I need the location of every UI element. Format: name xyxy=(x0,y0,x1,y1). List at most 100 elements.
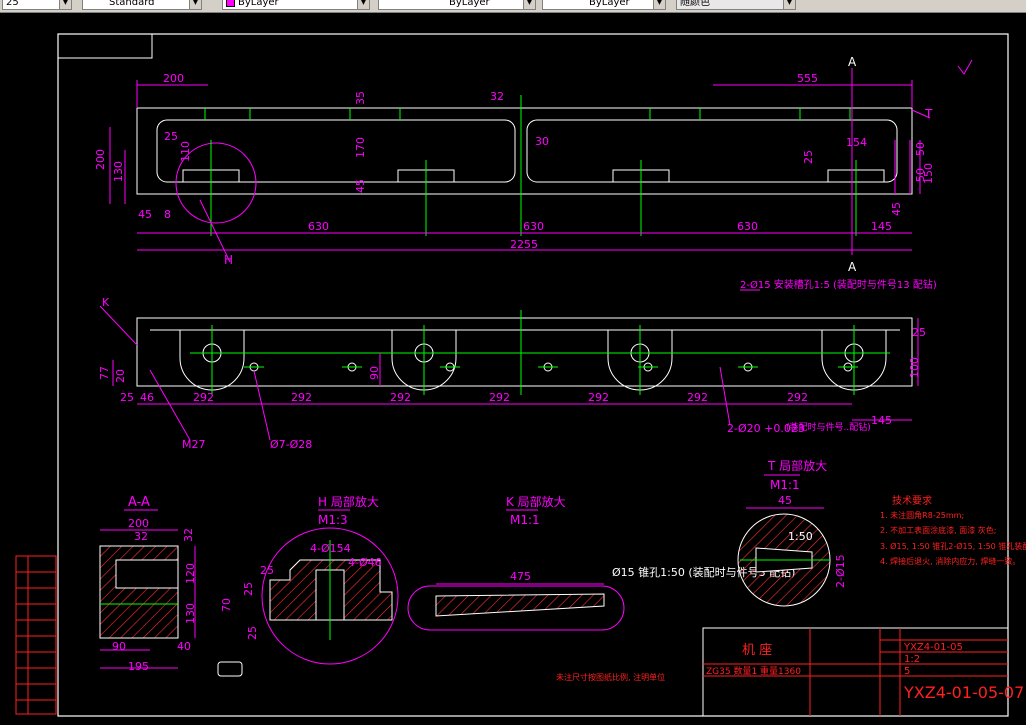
front-centerlines xyxy=(190,310,890,395)
dim-text: 25 xyxy=(120,391,134,404)
front-dim-lines xyxy=(99,305,919,441)
detail-h-label: H xyxy=(224,253,233,267)
left-strip-rows xyxy=(16,556,56,714)
tech-req-title: 技术要求 xyxy=(892,494,932,507)
dim-text: 100 xyxy=(908,357,921,378)
detail-t-label: T xyxy=(924,107,933,121)
dim-text: 46 xyxy=(140,391,154,404)
detail-k-label: K xyxy=(102,296,110,309)
tech-req-line: 4. 焊接后退火, 消除内应力, 焊缝一致。 xyxy=(880,556,1020,566)
dim-text: 4-Ø154 xyxy=(310,542,351,555)
dim-text: 20 xyxy=(114,369,127,383)
plot-style-combo[interactable]: 随颜色 ▼ xyxy=(676,0,796,10)
tech-req-line: 3. Ø15, 1:50 锥孔2-Ø15, 1:50 锥孔装配时配钻3. xyxy=(880,541,1026,551)
dim-text: 292 xyxy=(489,391,510,404)
dim-text: 50 xyxy=(914,142,927,156)
scale-combo[interactable]: 25 ▼ xyxy=(2,0,72,10)
dim-text: 2255 xyxy=(510,238,538,251)
drawing-code: YXZ4-01-05-07 xyxy=(903,683,1024,702)
dim-text: 32 xyxy=(490,90,504,103)
dim-text: 200 xyxy=(163,72,184,85)
dim-text: 292 xyxy=(193,391,214,404)
dim-text: 200 xyxy=(128,517,149,530)
dim-text: 45 xyxy=(354,179,367,193)
slot-note: 2-Ø15 安装槽孔1:5 (装配时与件号13 配钻) xyxy=(740,278,937,291)
linetype-combo[interactable]: ByLayer ▼ xyxy=(378,0,536,10)
dim-text: 25 xyxy=(802,150,815,164)
dim-text: 25 xyxy=(246,626,259,640)
chevron-down-icon[interactable]: ▼ xyxy=(783,0,795,9)
material-line: ZG35 数量1 重量1360 xyxy=(706,665,801,677)
dim-text: 45 xyxy=(890,202,903,216)
top-view-outline xyxy=(136,107,913,195)
front-dim-text: 292 292 292 292 292 292 292 145 77 20 25… xyxy=(98,326,926,427)
dim-text: 292 xyxy=(291,391,312,404)
dim-text: 70 xyxy=(220,598,233,612)
top-centerlines xyxy=(204,95,857,236)
dim-text: 292 xyxy=(390,391,411,404)
dim-text: 170 xyxy=(354,137,367,158)
dim-text: 145 xyxy=(871,220,892,233)
top-labels: A A T H 2-Ø15 安装槽孔1:5 (装配时与件号13 配钻) xyxy=(224,55,937,291)
section-a-label: A xyxy=(848,260,857,274)
dim-text: 1:50 xyxy=(788,530,813,543)
taper-pin-note: (装配时与件号..配钻) xyxy=(786,421,871,433)
dim-text: 195 xyxy=(128,660,149,673)
linetype-value: ByLayer xyxy=(449,0,490,8)
chevron-down-icon[interactable]: ▼ xyxy=(357,0,369,9)
drawing-number: YXZ4-01-05 xyxy=(903,642,963,653)
text-style-combo[interactable]: Standard ▼ xyxy=(82,0,202,10)
chevron-down-icon[interactable]: ▼ xyxy=(523,0,535,9)
dim-text: 8 xyxy=(164,208,171,221)
detail-h-title: H 局部放大 xyxy=(318,494,379,509)
lineweight-combo[interactable]: ByLayer ▼ xyxy=(542,0,666,10)
dim-text: 555 xyxy=(797,72,818,85)
front-view: 292 292 292 292 292 292 292 145 77 20 25… xyxy=(98,296,926,451)
chevron-down-icon[interactable]: ▼ xyxy=(653,0,665,9)
dim-text: 32 xyxy=(134,530,148,543)
dim-text: 30 xyxy=(535,135,549,148)
detail-t: T 局部放大 M1:1 45 1:50 2-Ø15 xyxy=(737,458,847,607)
dim-text: 292 xyxy=(588,391,609,404)
detail-k-scale: M1:1 xyxy=(510,513,540,527)
dim-text: 475 xyxy=(510,570,531,583)
dim-text: 110 xyxy=(179,141,192,162)
dim-text: 200 xyxy=(94,149,107,170)
section-aa-title: A-A xyxy=(128,495,150,510)
tech-requirements: 技术要求 1. 未注圆角R8-25mm; 2. 不加工表面涂底漆, 面漆 灰色;… xyxy=(880,494,1026,566)
tech-req-line: 1. 未注圆角R8-25mm; xyxy=(880,510,964,520)
dim-text: 25 xyxy=(242,582,255,596)
scale-value: 1:2 xyxy=(904,654,920,665)
dim-text: 130 xyxy=(112,161,125,182)
dim-text: 40 xyxy=(177,640,191,653)
dim-text: 2-Ø15 xyxy=(834,554,847,588)
part-name: 机 座 xyxy=(742,643,772,658)
color-value: ByLayer xyxy=(238,0,279,8)
dim-text: 150 xyxy=(922,163,935,184)
dim-text: 25 xyxy=(260,564,274,577)
drawing-canvas[interactable]: 200 555 35 170 45 30 154 25 200 130 45 8… xyxy=(0,12,1026,721)
general-note: 未注尺寸按图纸比例, 注明单位 xyxy=(556,672,665,682)
dim-text: 90 xyxy=(368,366,381,380)
plot-style-value: 随颜色 xyxy=(680,0,710,8)
detail-k-title: K 局部放大 xyxy=(506,494,566,509)
cad-drawing: 200 555 35 170 45 30 154 25 200 130 45 8… xyxy=(15,33,1026,717)
dim-text: 32 xyxy=(182,528,195,542)
dim-text: 292 xyxy=(687,391,708,404)
scale-value: 25 xyxy=(6,0,19,8)
dim-text: 90 xyxy=(112,640,126,653)
color-combo[interactable]: ByLayer ▼ xyxy=(222,0,370,10)
thread-label: M27 xyxy=(182,438,206,451)
front-pockets xyxy=(179,330,887,391)
chevron-down-icon[interactable]: ▼ xyxy=(59,0,71,9)
tech-req-line: 2. 不加工表面涂底漆, 面漆 灰色; xyxy=(880,525,997,535)
chevron-down-icon[interactable]: ▼ xyxy=(189,0,201,9)
detail-k: K 局部放大 M1:1 475 Ø15 锥孔1:50 (装配时与件号3 配钻) xyxy=(407,494,795,631)
dim-text: 25 xyxy=(164,130,178,143)
dim-text: 4-Ø46 xyxy=(348,556,382,569)
dim-text: 35 xyxy=(354,91,367,105)
detail-t-title: T 局部放大 xyxy=(767,458,827,473)
ucs-marker xyxy=(217,661,243,677)
left-sheet-strip xyxy=(15,555,57,715)
top-view-inner-right xyxy=(526,119,898,183)
